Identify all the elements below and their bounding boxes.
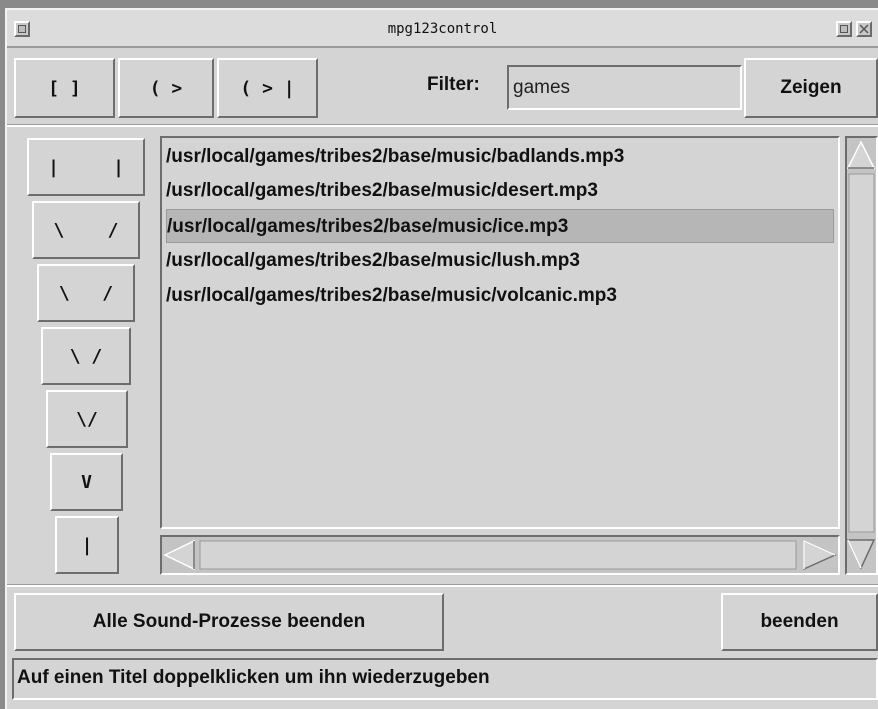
scroll-left-icon[interactable] bbox=[162, 537, 196, 573]
app-window: mpg123control [ ] ( > ( > | Filter: game… bbox=[5, 8, 878, 709]
quit-button[interactable]: beenden bbox=[721, 593, 878, 651]
play-to-end-button[interactable]: ( > | bbox=[217, 58, 318, 118]
volume-level-5-button[interactable]: \/ bbox=[46, 390, 128, 448]
footer-divider bbox=[7, 584, 878, 587]
play-button[interactable]: ( > bbox=[118, 58, 214, 118]
filter-input[interactable]: games bbox=[507, 65, 742, 110]
volume-level-2-button[interactable]: \ / bbox=[32, 201, 140, 259]
scroll-up-icon[interactable] bbox=[847, 138, 876, 170]
filter-label: Filter: bbox=[427, 74, 480, 95]
playlist-item[interactable]: /usr/local/games/tribes2/base/music/dese… bbox=[166, 174, 598, 208]
playlist-item[interactable]: /usr/local/games/tribes2/base/music/lush… bbox=[166, 244, 580, 278]
title-bar[interactable]: mpg123control bbox=[7, 10, 878, 48]
playlist-item[interactable]: /usr/local/games/tribes2/base/music/badl… bbox=[166, 140, 624, 174]
volume-level-6-button[interactable]: V bbox=[50, 453, 123, 511]
volume-level-4-button[interactable]: \ / bbox=[41, 327, 131, 385]
volume-level-7-button[interactable]: | bbox=[55, 516, 119, 574]
playlist-listbox[interactable]: /usr/local/games/tribes2/base/music/badl… bbox=[160, 136, 840, 529]
volume-level-1-button[interactable]: | | bbox=[27, 138, 145, 196]
horizontal-scrollbar[interactable] bbox=[160, 535, 840, 575]
close-icon[interactable] bbox=[856, 21, 872, 37]
scroll-right-icon[interactable] bbox=[802, 537, 836, 573]
playlist-item[interactable]: /usr/local/games/tribes2/base/music/volc… bbox=[166, 279, 617, 313]
stop-button[interactable]: [ ] bbox=[14, 58, 115, 118]
kill-all-sound-button[interactable]: Alle Sound-Prozesse beenden bbox=[14, 593, 444, 651]
playlist-item-selected[interactable]: /usr/local/games/tribes2/base/music/ice.… bbox=[166, 209, 834, 243]
show-button[interactable]: Zeigen bbox=[744, 58, 878, 118]
scroll-down-icon[interactable] bbox=[847, 538, 876, 571]
status-bar: Auf einen Titel doppelklicken um ihn wie… bbox=[12, 658, 878, 700]
window-title: mpg123control bbox=[387, 21, 498, 37]
volume-level-3-button[interactable]: \ / bbox=[37, 264, 135, 322]
toolbar-divider bbox=[7, 124, 878, 127]
maximize-icon[interactable] bbox=[836, 21, 852, 37]
vertical-scrollbar[interactable] bbox=[845, 136, 878, 575]
